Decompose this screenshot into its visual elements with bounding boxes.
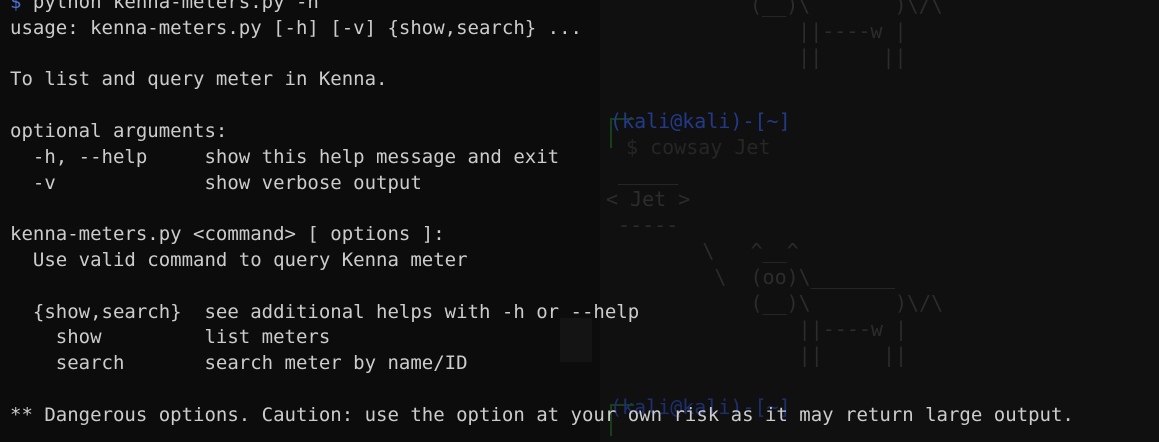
output-line: kenna-meters.py <command> [ options ]: (10, 223, 445, 246)
output-line: Use valid command to query Kenna meter (10, 248, 468, 271)
output-line: search search meter by name/ID (10, 352, 468, 375)
output-line: To list and query meter in Kenna. (10, 68, 388, 91)
prompt-symbol: $ (10, 0, 22, 13)
output-line: -v show verbose output (10, 171, 422, 194)
terminal-output[interactable]: $ python kenna-meters.py -h usage: kenna-… (10, 0, 1074, 429)
output-line: {show,search} see additional helps with … (10, 300, 640, 323)
output-line: show list meters (10, 326, 331, 349)
output-line: -h, --help show this help message and ex… (10, 145, 560, 168)
output-line: usage: kenna-meters.py [-h] [-v] {show,s… (10, 16, 582, 39)
output-line: optional arguments: (10, 119, 228, 142)
output-line: ** Dangerous options. Caution: use the o… (10, 403, 1074, 426)
command-line: $ python kenna-meters.py -h (10, 0, 1074, 16)
terminal-window[interactable]: (__)\ )\/\ ||----w | || || (kali@kali)-[… (0, 0, 1159, 442)
command-text: python kenna-meters.py -h (21, 0, 319, 13)
